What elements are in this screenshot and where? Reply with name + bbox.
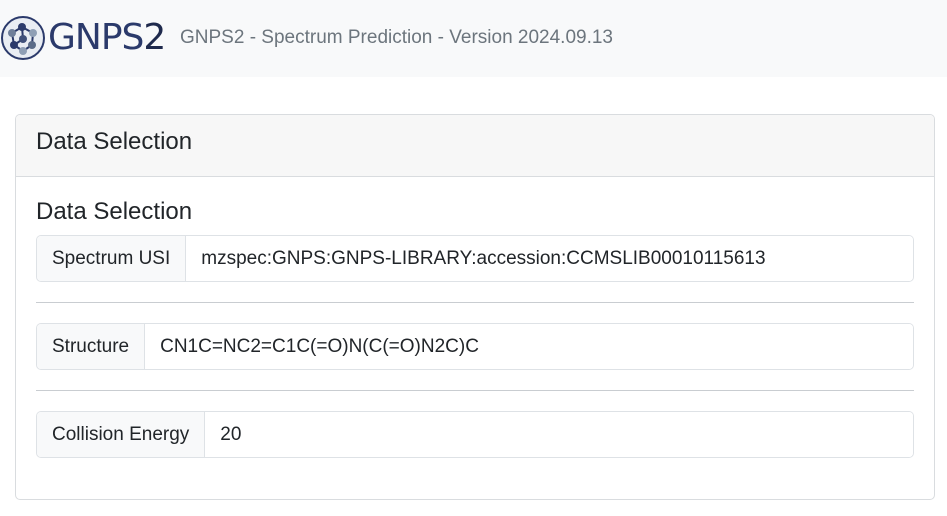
card-header-title: Data Selection <box>36 128 193 155</box>
structure-input[interactable] <box>145 324 913 369</box>
spectrum-usi-group: Spectrum USI <box>36 235 914 282</box>
logo-text: GNPS2 <box>48 17 166 58</box>
collision-energy-input[interactable] <box>205 412 913 457</box>
logo-text-main: GNPS <box>48 17 144 58</box>
gnps2-logo[interactable]: GNPS2 <box>0 12 166 64</box>
divider <box>36 302 914 303</box>
card-header: Data Selection <box>16 115 934 177</box>
data-selection-card: Data Selection Data Selection Spectrum U… <box>15 114 935 500</box>
structure-label: Structure <box>37 324 146 369</box>
app-title: GNPS2 - Spectrum Prediction - Version 20… <box>180 27 614 48</box>
spectrum-usi-label: Spectrum USI <box>37 236 187 281</box>
card-body: Data Selection Spectrum USI Structure Co… <box>16 177 934 458</box>
molecule-globe-icon <box>1 16 45 60</box>
collision-energy-group: Collision Energy <box>36 411 914 458</box>
divider <box>36 390 914 391</box>
structure-group: Structure <box>36 323 914 370</box>
logo-text-num: 2 <box>143 17 166 58</box>
section-title: Data Selection <box>36 198 193 225</box>
collision-energy-label: Collision Energy <box>37 412 206 457</box>
spectrum-usi-input[interactable] <box>186 236 913 281</box>
navbar: GNPS2 GNPS2 - Spectrum Prediction - Vers… <box>0 0 947 77</box>
